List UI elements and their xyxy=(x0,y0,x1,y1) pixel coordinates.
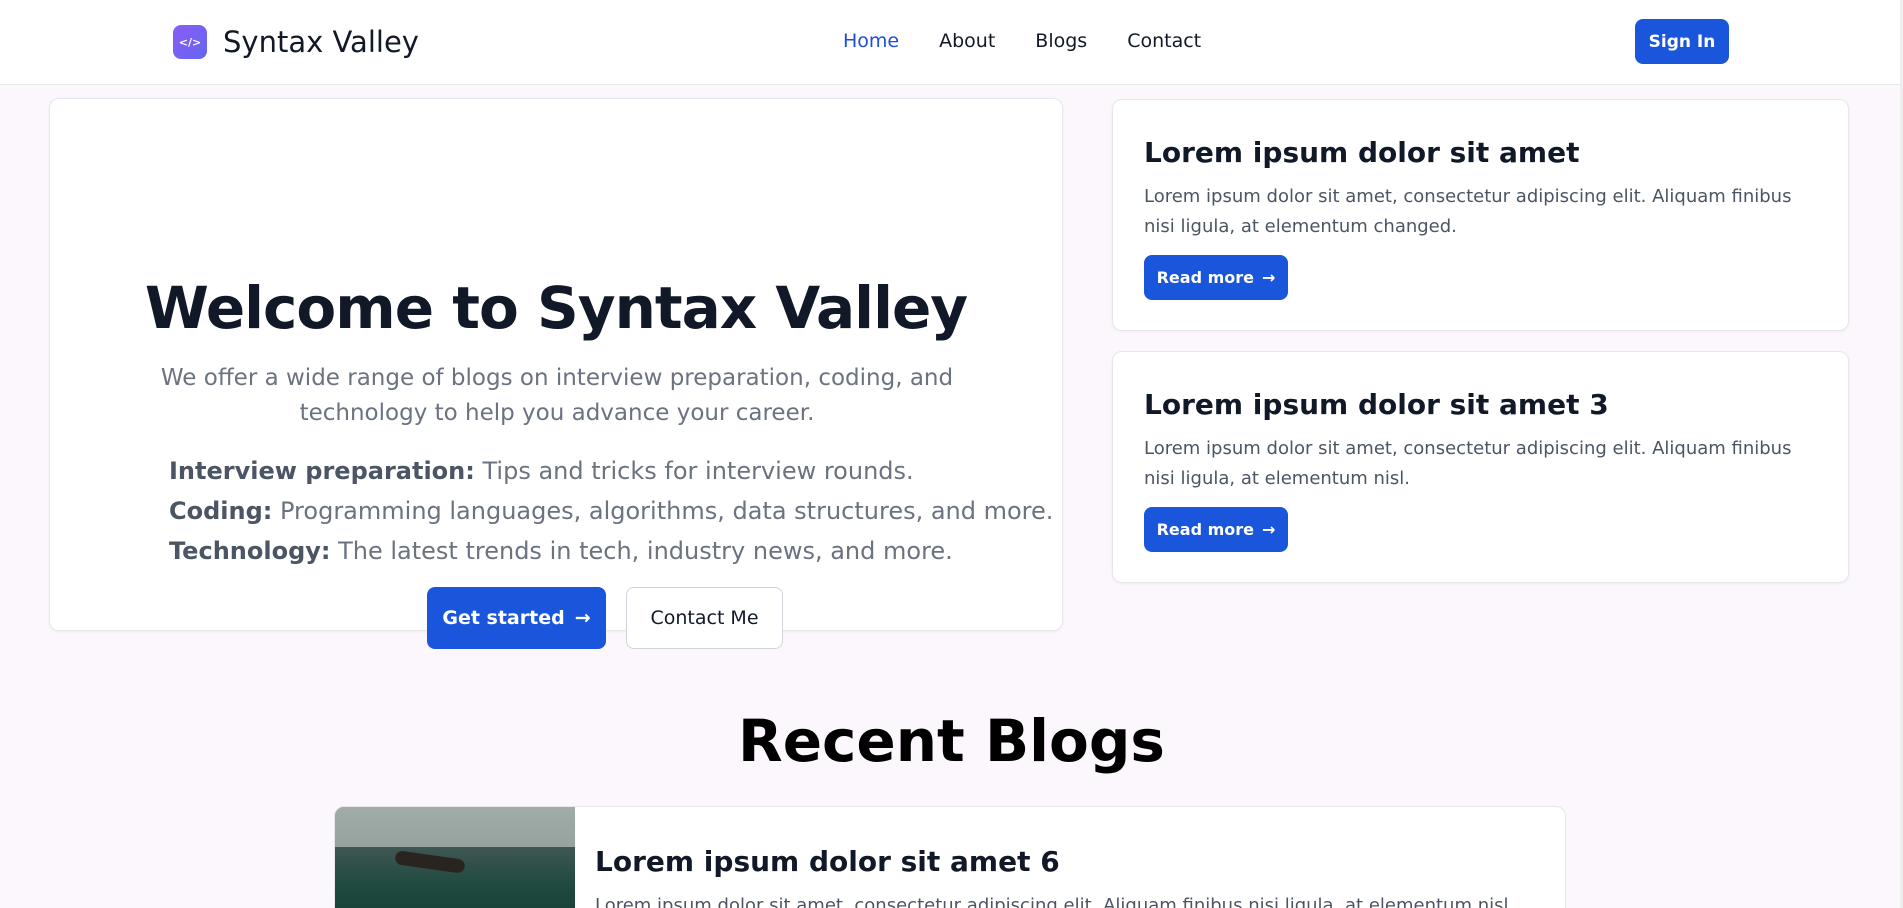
arrow-right-icon: → xyxy=(1262,268,1276,287)
post-title[interactable]: Lorem ipsum dolor sit amet xyxy=(1144,136,1579,169)
feature-term: Coding: xyxy=(169,497,273,525)
read-more-label: Read more xyxy=(1156,520,1254,539)
featured-post-card: Lorem ipsum dolor sit amet Lorem ipsum d… xyxy=(1112,99,1849,331)
blog-title[interactable]: Lorem ipsum dolor sit amet 6 xyxy=(595,845,1060,878)
blog-description: Lorem ipsum dolor sit amet, consectetur … xyxy=(595,895,1515,908)
recent-blogs-heading: Recent Blogs xyxy=(738,707,1165,775)
thumbnail-figure xyxy=(394,850,466,874)
nav-link-about[interactable]: About xyxy=(939,30,995,52)
main-nav: Home About Blogs Contact xyxy=(843,30,1201,52)
post-title[interactable]: Lorem ipsum dolor sit amet 3 xyxy=(1144,388,1609,421)
hero-title: Welcome to Syntax Valley xyxy=(144,274,968,342)
post-description: Lorem ipsum dolor sit amet, consectetur … xyxy=(1144,186,1792,237)
hero-subtitle: We offer a wide range of blogs on interv… xyxy=(160,365,954,426)
featured-post-card: Lorem ipsum dolor sit amet 3 Lorem ipsum… xyxy=(1112,351,1849,583)
arrow-right-icon: → xyxy=(1262,520,1276,539)
site-header: </> Syntax Valley Home About Blogs Conta… xyxy=(0,0,1903,85)
arrow-right-icon: → xyxy=(574,607,591,629)
feature-text: Tips and tricks for interview rounds. xyxy=(474,457,914,485)
blog-card[interactable]: Lorem ipsum dolor sit amet 6 Lorem ipsum… xyxy=(334,806,1566,908)
brand-name: Syntax Valley xyxy=(223,25,419,59)
feature-text: Programming languages, algorithms, data … xyxy=(272,497,1054,525)
read-more-button[interactable]: Read more → xyxy=(1144,507,1288,552)
feature-item: Coding: Programming languages, algorithm… xyxy=(169,491,1053,531)
blog-thumbnail-image[interactable] xyxy=(335,807,575,908)
feature-item: Technology: The latest trends in tech, i… xyxy=(169,531,1053,571)
hero-card: Welcome to Syntax Valley We offer a wide… xyxy=(49,98,1063,631)
read-more-button[interactable]: Read more → xyxy=(1144,255,1288,300)
thumbnail-mist xyxy=(335,807,575,847)
code-icon: </> xyxy=(173,25,207,59)
read-more-label: Read more xyxy=(1156,268,1254,287)
feature-term: Technology: xyxy=(169,537,331,565)
feature-term: Interview preparation: xyxy=(169,457,475,485)
nav-link-home[interactable]: Home xyxy=(843,30,899,52)
get-started-button[interactable]: Get started → xyxy=(427,587,606,649)
get-started-label: Get started xyxy=(442,607,565,629)
feature-item: Interview preparation: Tips and tricks f… xyxy=(169,451,1053,491)
nav-link-contact[interactable]: Contact xyxy=(1127,30,1201,52)
post-description: Lorem ipsum dolor sit amet, consectetur … xyxy=(1144,438,1792,489)
sign-in-button[interactable]: Sign In xyxy=(1635,19,1729,64)
feature-text: The latest trends in tech, industry news… xyxy=(330,537,953,565)
nav-link-blogs[interactable]: Blogs xyxy=(1035,30,1087,52)
brand-logo[interactable]: </> Syntax Valley xyxy=(173,25,419,59)
contact-me-button[interactable]: Contact Me xyxy=(626,587,783,649)
feature-list: Interview preparation: Tips and tricks f… xyxy=(169,451,1053,571)
